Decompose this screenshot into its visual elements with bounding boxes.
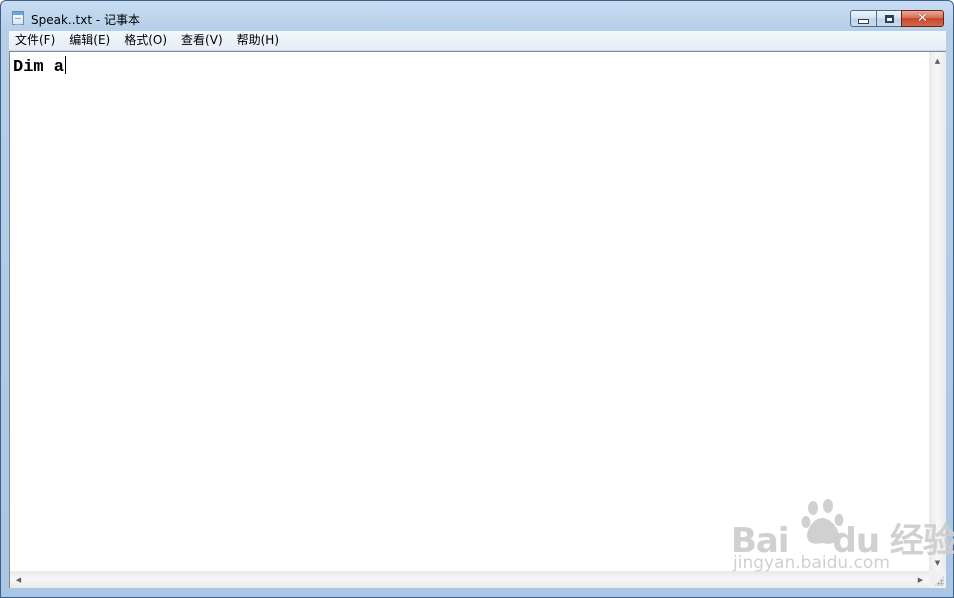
- menu-bar: 文件(F) 编辑(E) 格式(O) 查看(V) 帮助(H): [9, 31, 946, 51]
- caption-buttons: ✕: [850, 10, 944, 28]
- notepad-window: Speak..txt - 记事本 ✕ 文件(F) 编辑(E) 格式(O) 查看(…: [0, 0, 954, 598]
- menu-file[interactable]: 文件(F): [9, 31, 62, 50]
- editor-content[interactable]: Dim a: [13, 56, 67, 77]
- menu-help[interactable]: 帮助(H): [230, 31, 286, 50]
- editor-text-value: Dim a: [13, 58, 65, 77]
- horizontal-scrollbar[interactable]: ◀ ▶: [9, 571, 929, 588]
- window-title: Speak..txt - 记事本: [31, 13, 141, 27]
- text-caret: [65, 56, 67, 74]
- close-button[interactable]: ✕: [901, 10, 944, 27]
- notepad-icon[interactable]: [12, 11, 24, 25]
- minimize-icon: [851, 11, 876, 26]
- scroll-right-button[interactable]: ▶: [912, 571, 929, 588]
- close-icon: ✕: [917, 11, 928, 26]
- maximize-button[interactable]: [876, 10, 902, 27]
- title-bar[interactable]: Speak..txt - 记事本 ✕: [1, 1, 953, 31]
- scroll-up-button[interactable]: ▲: [929, 52, 946, 69]
- vertical-scrollbar[interactable]: ▲ ▼: [929, 51, 946, 571]
- minimize-button[interactable]: [850, 10, 877, 27]
- scroll-down-button[interactable]: ▼: [929, 554, 946, 571]
- menu-view[interactable]: 查看(V): [174, 31, 230, 50]
- size-grip-icon[interactable]: [929, 571, 946, 588]
- menu-format[interactable]: 格式(O): [117, 31, 174, 50]
- menu-edit[interactable]: 编辑(E): [62, 31, 117, 50]
- scroll-left-button[interactable]: ◀: [10, 571, 27, 588]
- maximize-icon: [877, 11, 901, 26]
- text-editor[interactable]: Dim a: [9, 51, 929, 571]
